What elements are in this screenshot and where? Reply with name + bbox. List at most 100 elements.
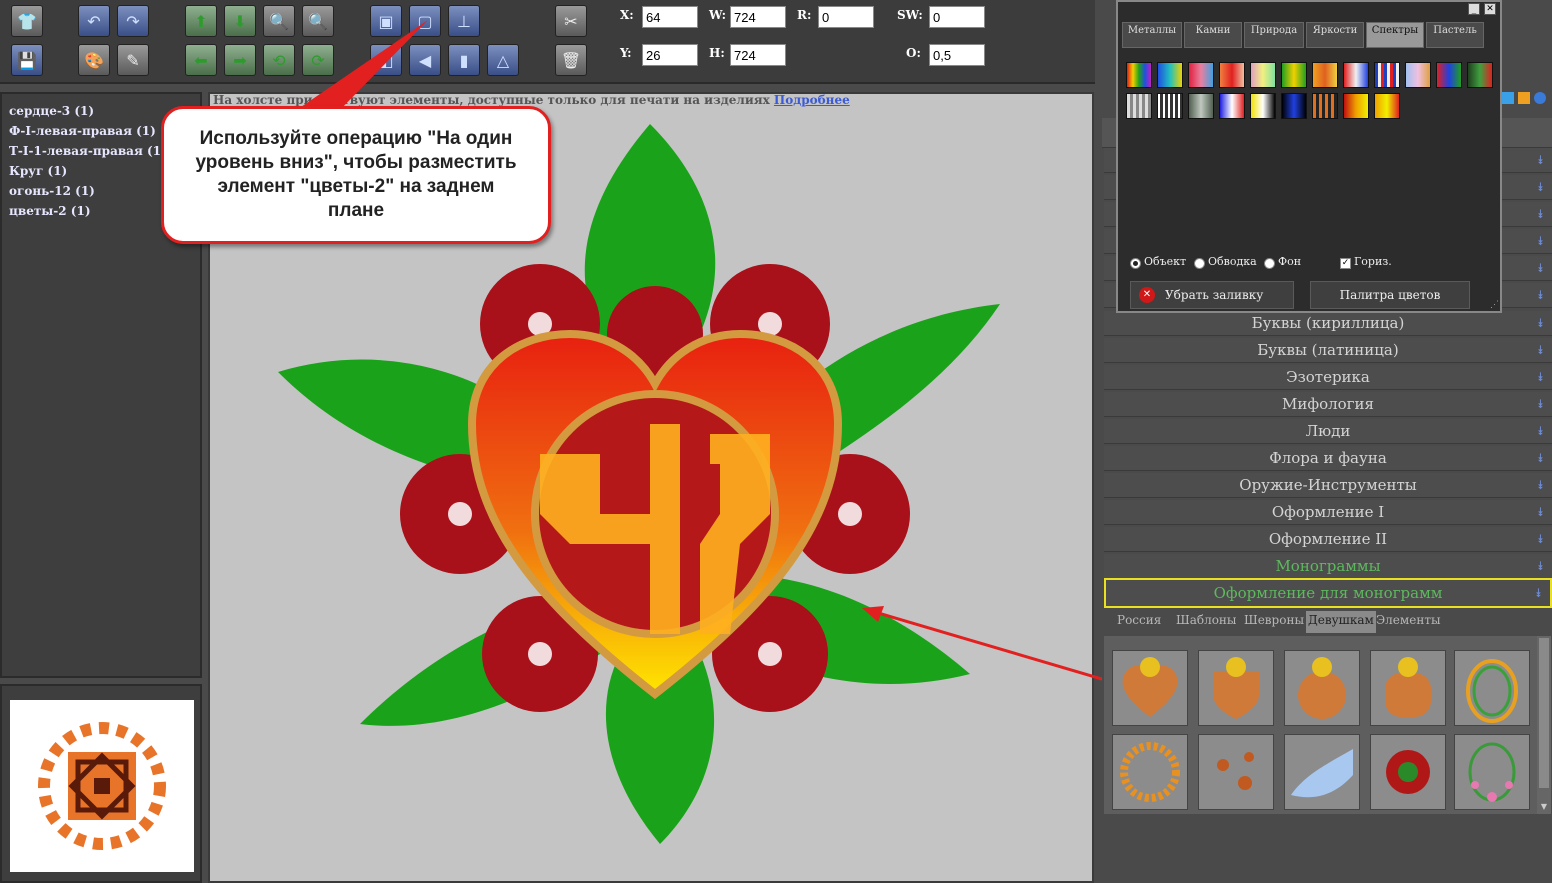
skew-icon[interactable]: △ xyxy=(487,44,519,76)
flip-horizontal-icon[interactable]: ◧ xyxy=(370,44,402,76)
x-input[interactable] xyxy=(642,6,698,28)
move-right-icon[interactable]: ➡ xyxy=(224,44,256,76)
zoom-out-icon[interactable]: 🔍 xyxy=(302,5,334,37)
subtab-templates[interactable]: Шаблоны xyxy=(1176,611,1236,633)
rotate-left-icon[interactable]: ⟲ xyxy=(263,44,295,76)
resize-handle-icon[interactable]: ⋰ xyxy=(1490,300,1499,310)
radio-stroke[interactable] xyxy=(1194,258,1205,269)
gradient-swatch[interactable] xyxy=(1219,93,1245,119)
thumbnail-apple-flowers[interactable] xyxy=(1284,650,1360,726)
category-esoterics[interactable]: Эзотерика ⯯ xyxy=(1104,365,1552,390)
gradient-swatch[interactable] xyxy=(1219,62,1245,88)
close-icon[interactable]: ✕ xyxy=(1484,3,1496,15)
category-weapons-tools[interactable]: Оружие-Инструменты ⯯ xyxy=(1104,473,1552,498)
gradient-swatch[interactable] xyxy=(1126,62,1152,88)
tools-icon[interactable]: ✂ xyxy=(555,5,587,37)
h-input[interactable] xyxy=(730,44,786,66)
tab-spectra[interactable]: Спектры xyxy=(1366,22,1424,48)
horizontal-checkbox[interactable]: ✓ xyxy=(1340,258,1351,269)
category-cyrillic-letters[interactable]: Буквы (кириллица) ⯯ xyxy=(1104,311,1552,336)
thumbnail-scrollbar[interactable]: ▼ xyxy=(1537,636,1551,814)
tshirt-icon[interactable]: 👕 xyxy=(11,5,43,37)
gradient-swatch[interactable] xyxy=(1157,62,1183,88)
undo-icon[interactable]: ↶ xyxy=(78,5,110,37)
flip-vertical-icon[interactable]: ◀ xyxy=(409,44,441,76)
move-left-icon[interactable]: ⬅ xyxy=(185,44,217,76)
ok-icon[interactable] xyxy=(1518,92,1530,104)
tab-brightness[interactable]: Яркости xyxy=(1306,22,1364,48)
mail-icon[interactable] xyxy=(1534,92,1546,104)
gradient-swatch[interactable] xyxy=(1250,62,1276,88)
tab-metals[interactable]: Металлы xyxy=(1122,22,1182,48)
save-icon[interactable]: 💾 xyxy=(11,44,43,76)
r-input[interactable] xyxy=(818,6,874,28)
gradient-swatch[interactable] xyxy=(1157,93,1183,119)
opacity-input[interactable] xyxy=(929,44,985,66)
gradient-swatch[interactable] xyxy=(1343,62,1369,88)
thumbnail-blue-flowers[interactable] xyxy=(1284,734,1360,810)
thumbnail-pink-wreath[interactable] xyxy=(1454,734,1530,810)
distribute-icon[interactable]: ▮ xyxy=(448,44,480,76)
thumbnail-red-flowers[interactable] xyxy=(1370,734,1446,810)
scroll-down-icon[interactable]: ▼ xyxy=(1539,802,1549,812)
gradient-swatch[interactable] xyxy=(1405,62,1431,88)
edit-icon[interactable]: ✎ xyxy=(117,44,149,76)
gradient-swatch[interactable] xyxy=(1436,62,1462,88)
category-design-2[interactable]: Оформление II ⯯ xyxy=(1104,527,1552,552)
w-input[interactable] xyxy=(730,6,786,28)
rotate-right-icon[interactable]: ⟳ xyxy=(302,44,334,76)
subtab-russia[interactable]: Россия xyxy=(1117,611,1161,633)
category-latin-letters[interactable]: Буквы (латиница) ⯯ xyxy=(1104,338,1552,363)
subtab-elements[interactable]: Элементы xyxy=(1376,611,1441,633)
bring-forward-icon[interactable]: ▣ xyxy=(370,5,402,37)
thumbnail-autumn-leaves[interactable] xyxy=(1198,734,1274,810)
redo-icon[interactable]: ↷ xyxy=(117,5,149,37)
gradient-swatch[interactable] xyxy=(1343,93,1369,119)
scrollbar-thumb[interactable] xyxy=(1539,638,1549,788)
remove-fill-button[interactable]: ✕ Убрать заливку xyxy=(1130,281,1294,309)
gradient-swatch[interactable] xyxy=(1312,93,1338,119)
gradient-swatch[interactable] xyxy=(1312,62,1338,88)
tab-pastel[interactable]: Пастель xyxy=(1426,22,1484,48)
trash-icon[interactable]: 🗑 xyxy=(555,44,587,76)
category-mythology[interactable]: Мифология ⯯ xyxy=(1104,392,1552,417)
send-backward-icon[interactable]: ▢ xyxy=(409,5,441,37)
color-palette-button[interactable]: Палитра цветов xyxy=(1310,281,1470,309)
gradient-swatch[interactable] xyxy=(1374,62,1400,88)
y-input[interactable] xyxy=(642,44,698,66)
sw-input[interactable] xyxy=(929,6,985,28)
gradient-swatch[interactable] xyxy=(1281,62,1307,88)
gradient-swatch[interactable] xyxy=(1188,62,1214,88)
minimize-icon[interactable]: _ xyxy=(1468,3,1480,15)
thumbnail-shield-flowers[interactable] xyxy=(1198,650,1274,726)
gradient-swatch[interactable] xyxy=(1188,93,1214,119)
share-icon[interactable] xyxy=(1502,92,1514,104)
align-icon[interactable]: ⊥ xyxy=(448,5,480,37)
category-monograms[interactable]: Монограммы ⯯ xyxy=(1104,554,1552,579)
radio-background[interactable] xyxy=(1264,258,1275,269)
gradient-swatch[interactable] xyxy=(1126,93,1152,119)
details-link[interactable]: Подробнее xyxy=(774,93,850,107)
radio-background-label: Фон xyxy=(1278,255,1302,268)
gradient-swatch[interactable] xyxy=(1374,93,1400,119)
category-people[interactable]: Люди ⯯ xyxy=(1104,419,1552,444)
thumbnail-round-shield[interactable] xyxy=(1370,650,1446,726)
move-down-icon[interactable]: ⬇ xyxy=(224,5,256,37)
thumbnail-heart-flowers[interactable] xyxy=(1112,650,1188,726)
palette-icon[interactable]: 🎨 xyxy=(78,44,110,76)
subtab-girls[interactable]: Девушкам xyxy=(1306,611,1376,633)
radio-object[interactable] xyxy=(1130,258,1141,269)
thumbnail-rainbow-wreath[interactable] xyxy=(1454,650,1530,726)
tab-nature[interactable]: Природа xyxy=(1244,22,1304,48)
gradient-swatch[interactable] xyxy=(1250,93,1276,119)
subtab-chevrons[interactable]: Шевроны xyxy=(1244,611,1304,633)
category-monogram-design[interactable]: Оформление для монограмм ⯯ xyxy=(1104,578,1552,608)
tab-stones[interactable]: Камни xyxy=(1184,22,1242,48)
zoom-in-icon[interactable]: 🔍 xyxy=(263,5,295,37)
gradient-swatch[interactable] xyxy=(1281,93,1307,119)
thumbnail-autumn-wreath[interactable] xyxy=(1112,734,1188,810)
category-design-1[interactable]: Оформление I ⯯ xyxy=(1104,500,1552,525)
category-flora-fauna[interactable]: Флора и фауна ⯯ xyxy=(1104,446,1552,471)
move-up-icon[interactable]: ⬆ xyxy=(185,5,217,37)
gradient-swatch[interactable] xyxy=(1467,62,1493,88)
